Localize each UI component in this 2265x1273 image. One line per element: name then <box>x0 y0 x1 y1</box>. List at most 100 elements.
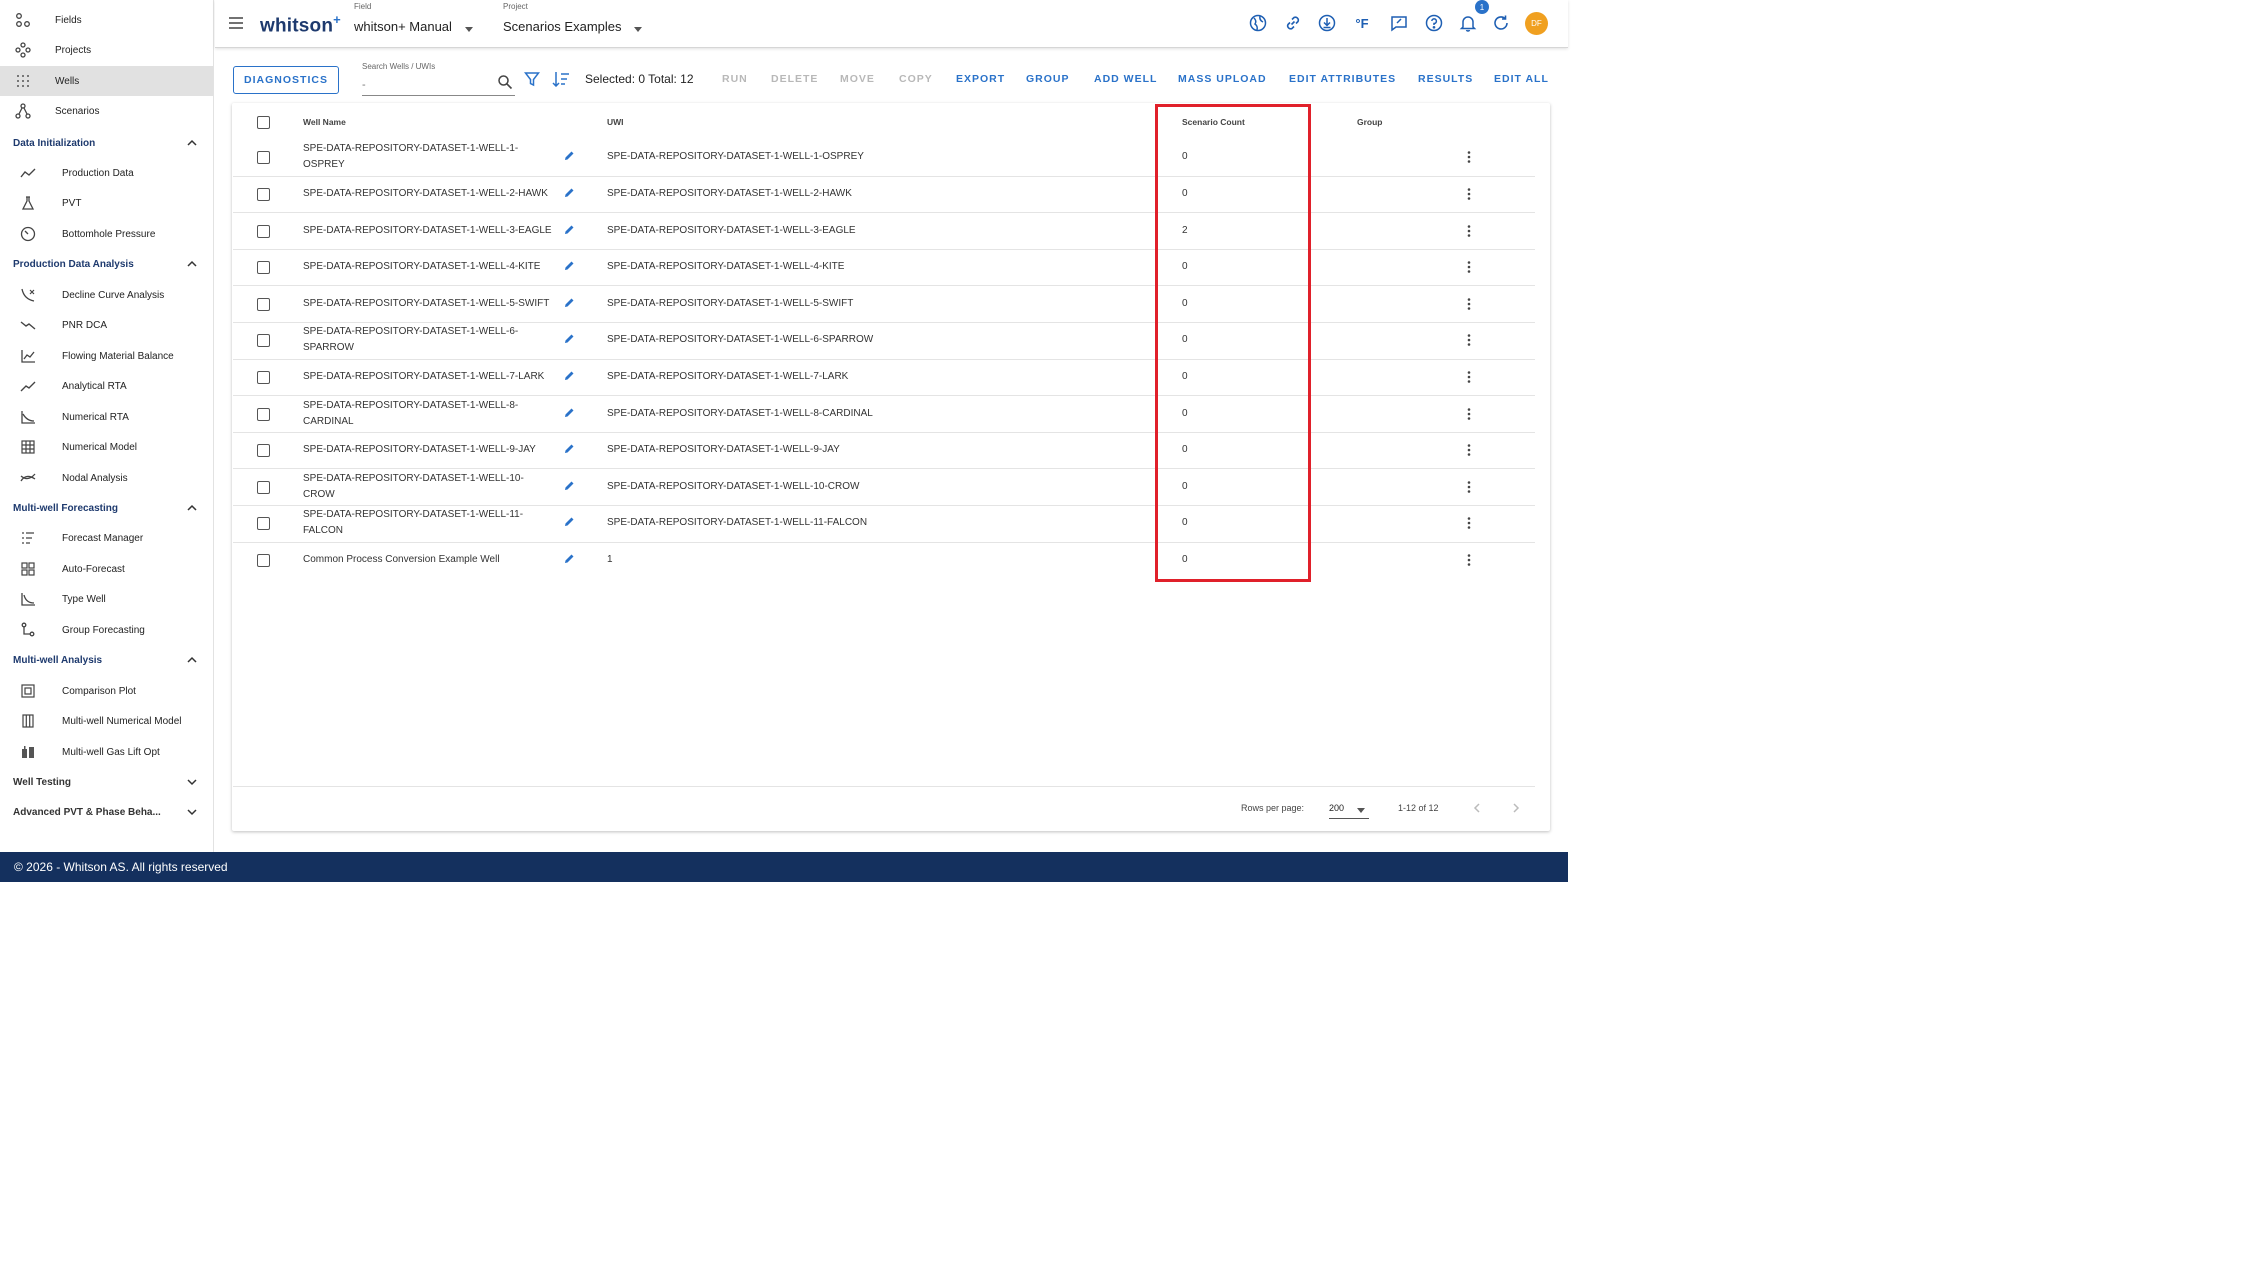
download-icon[interactable] <box>1316 12 1338 34</box>
more-options-icon[interactable] <box>1463 150 1475 164</box>
sidebar-item-comparison-plot[interactable]: Comparison Plot <box>0 676 213 706</box>
sidebar-item-projects[interactable]: Projects <box>0 35 213 65</box>
group-button[interactable]: GROUP <box>1026 73 1070 85</box>
edit-pencil-icon[interactable] <box>563 480 575 492</box>
sidebar-item-multi-well-numerical-model[interactable]: Multi-well Numerical Model <box>0 706 213 736</box>
sidebar-item-flowing-material-balance[interactable]: Flowing Material Balance <box>0 341 213 371</box>
next-page-icon[interactable] <box>1510 802 1522 814</box>
sidebar-item-pvt[interactable]: PVT <box>0 188 213 218</box>
sidebar-item-scenarios[interactable]: Scenarios <box>0 96 213 126</box>
search-icon[interactable] <box>497 74 513 90</box>
column-header-well-name[interactable]: Well Name <box>303 117 346 127</box>
sidebar-item-fields[interactable]: Fields <box>0 5 213 35</box>
row-checkbox[interactable] <box>257 224 270 238</box>
edit-pencil-icon[interactable] <box>563 553 575 565</box>
edit-pencil-icon[interactable] <box>563 516 575 528</box>
hamburger-menu-icon[interactable] <box>227 14 245 32</box>
field-selector[interactable]: Field whitson+ Manual <box>354 2 479 34</box>
previous-page-icon[interactable] <box>1471 802 1483 814</box>
row-checkbox[interactable] <box>257 407 270 421</box>
export-button[interactable]: EXPORT <box>956 73 1005 85</box>
edit-pencil-icon[interactable] <box>563 260 575 272</box>
column-header-group[interactable]: Group <box>1357 117 1383 127</box>
more-options-icon[interactable] <box>1463 224 1475 238</box>
more-options-icon[interactable] <box>1463 480 1475 494</box>
more-options-icon[interactable] <box>1463 260 1475 274</box>
add-well-button[interactable]: ADD WELL <box>1094 73 1157 85</box>
sidebar-item-type-well[interactable]: Type Well <box>0 584 213 614</box>
filter-icon[interactable] <box>524 71 540 87</box>
edit-all-button[interactable]: EDIT ALL <box>1494 73 1549 85</box>
more-options-icon[interactable] <box>1463 297 1475 311</box>
app-logo[interactable]: whitson+ <box>260 12 341 37</box>
section-production-data-analysis[interactable]: Production Data Analysis <box>0 250 213 278</box>
run-button[interactable]: RUN <box>722 73 748 85</box>
sidebar-item-bottomhole-pressure[interactable]: Bottomhole Pressure <box>0 219 213 249</box>
select-all-checkbox[interactable] <box>257 116 270 129</box>
edit-pencil-icon[interactable] <box>563 370 575 382</box>
project-selector[interactable]: Project Scenarios Examples <box>503 2 645 34</box>
edit-pencil-icon[interactable] <box>563 443 575 455</box>
row-checkbox[interactable] <box>257 370 270 384</box>
rows-per-page-select[interactable]: 200 <box>1329 799 1369 819</box>
row-checkbox[interactable] <box>257 334 270 348</box>
temperature-unit-toggle[interactable]: °F <box>1351 12 1373 34</box>
more-options-icon[interactable] <box>1463 187 1475 201</box>
copy-button[interactable]: COPY <box>899 73 933 85</box>
edit-pencil-icon[interactable] <box>563 150 575 162</box>
sort-icon[interactable] <box>552 71 570 87</box>
edit-attributes-button[interactable]: EDIT ATTRIBUTES <box>1289 73 1396 85</box>
more-options-icon[interactable] <box>1463 370 1475 384</box>
help-icon[interactable] <box>1423 12 1445 34</box>
sidebar-item-multi-well-gas-lift-opt[interactable]: Multi-well Gas Lift Opt <box>0 737 213 767</box>
edit-pencil-icon[interactable] <box>563 187 575 199</box>
row-checkbox[interactable] <box>257 517 270 531</box>
section-multi-well-forecasting[interactable]: Multi-well Forecasting <box>0 494 213 522</box>
diagnostics-button[interactable]: DIAGNOSTICS <box>233 66 339 94</box>
edit-pencil-icon[interactable] <box>563 297 575 309</box>
sidebar-item-decline-curve-analysis[interactable]: Decline Curve Analysis <box>0 280 213 310</box>
edit-pencil-icon[interactable] <box>563 224 575 236</box>
search-input[interactable] <box>362 74 515 96</box>
row-checkbox[interactable] <box>257 261 270 275</box>
more-options-icon[interactable] <box>1463 516 1475 530</box>
sidebar-item-group-forecasting[interactable]: Group Forecasting <box>0 615 213 645</box>
row-checkbox[interactable] <box>257 297 270 311</box>
sidebar-item-auto-forecast[interactable]: Auto-Forecast <box>0 554 213 584</box>
move-button[interactable]: MOVE <box>840 73 875 85</box>
globe-icon[interactable] <box>1247 12 1269 34</box>
section-advanced-pvt[interactable]: Advanced PVT & Phase Beha... <box>0 798 213 826</box>
sidebar-item-production-data[interactable]: Production Data <box>0 158 213 188</box>
user-avatar[interactable]: DF <box>1525 12 1548 35</box>
link-icon[interactable] <box>1282 12 1304 34</box>
sidebar-item-forecast-manager[interactable]: Forecast Manager <box>0 523 213 553</box>
more-options-icon[interactable] <box>1463 407 1475 421</box>
section-well-testing[interactable]: Well Testing <box>0 768 213 796</box>
sidebar-item-numerical-model[interactable]: Numerical Model <box>0 432 213 462</box>
sidebar-item-analytical-rta[interactable]: Analytical RTA <box>0 371 213 401</box>
notifications-bell-icon[interactable] <box>1457 12 1479 34</box>
sidebar-item-pnr-dca[interactable]: PNR DCA <box>0 310 213 340</box>
sidebar-item-label: PNR DCA <box>62 319 108 331</box>
more-options-icon[interactable] <box>1463 443 1475 457</box>
row-checkbox[interactable] <box>257 187 270 201</box>
row-checkbox[interactable] <box>257 444 270 458</box>
sidebar-item-nodal-analysis[interactable]: Nodal Analysis <box>0 463 213 493</box>
sidebar-item-wells[interactable]: Wells <box>0 66 213 96</box>
more-options-icon[interactable] <box>1463 333 1475 347</box>
section-multi-well-analysis[interactable]: Multi-well Analysis <box>0 646 213 674</box>
row-checkbox[interactable] <box>257 553 270 567</box>
delete-button[interactable]: DELETE <box>771 73 818 85</box>
edit-pencil-icon[interactable] <box>563 407 575 419</box>
feedback-icon[interactable] <box>1388 12 1410 34</box>
column-header-uwi[interactable]: UWI <box>607 117 624 127</box>
row-checkbox[interactable] <box>257 151 270 165</box>
sidebar-item-numerical-rta[interactable]: Numerical RTA <box>0 402 213 432</box>
mass-upload-button[interactable]: MASS UPLOAD <box>1178 73 1267 85</box>
section-data-initialization[interactable]: Data Initialization <box>0 129 213 157</box>
refresh-icon[interactable] <box>1490 12 1512 34</box>
more-options-icon[interactable] <box>1463 553 1475 567</box>
row-checkbox[interactable] <box>257 480 270 494</box>
edit-pencil-icon[interactable] <box>563 333 575 345</box>
results-button[interactable]: RESULTS <box>1418 73 1473 85</box>
